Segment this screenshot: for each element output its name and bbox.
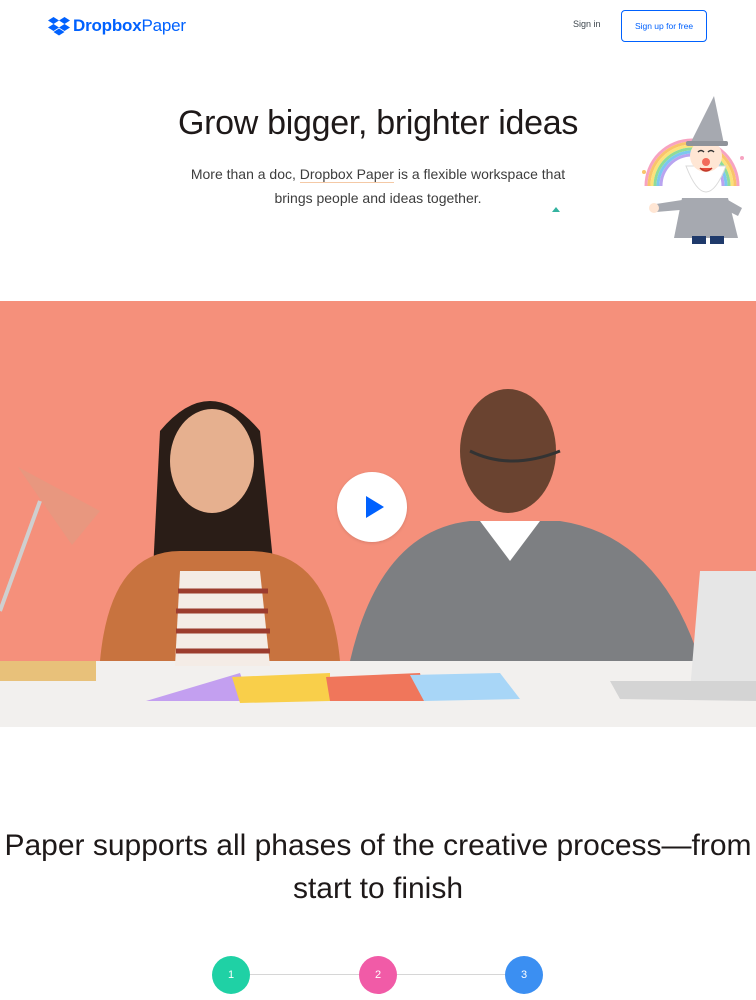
step-2-button[interactable]: 2 — [359, 956, 397, 994]
section-title: Paper supports all phases of the creativ… — [4, 829, 752, 905]
play-icon — [366, 496, 384, 518]
process-steps: 1 2 3 — [0, 955, 756, 995]
text-cursor-caret — [552, 207, 560, 212]
dropbox-logo-icon — [48, 17, 70, 36]
hero-subtitle-part1: More than a doc, — [190, 166, 300, 182]
hero-subtitle-highlight: Dropbox Paper — [299, 166, 394, 183]
step-1-button[interactable]: 1 — [212, 956, 250, 994]
hero-subtitle: More than a doc, Dropbox Paper is a flex… — [180, 162, 576, 210]
logo-product-text: Paper — [141, 16, 186, 35]
step-connector — [397, 974, 505, 975]
sign-in-link[interactable]: Sign in — [573, 19, 601, 29]
step-connector — [250, 974, 360, 975]
wizard-illustration — [642, 96, 744, 244]
top-nav: DropboxPaper Sign in Sign up for free — [0, 0, 756, 56]
play-video-button[interactable] — [337, 472, 407, 542]
step-3-button[interactable]: 3 — [505, 956, 543, 994]
dropbox-paper-logo[interactable]: DropboxPaper — [48, 14, 186, 38]
sign-up-button[interactable]: Sign up for free — [621, 10, 707, 42]
logo-brand-text: Dropbox — [73, 16, 142, 35]
